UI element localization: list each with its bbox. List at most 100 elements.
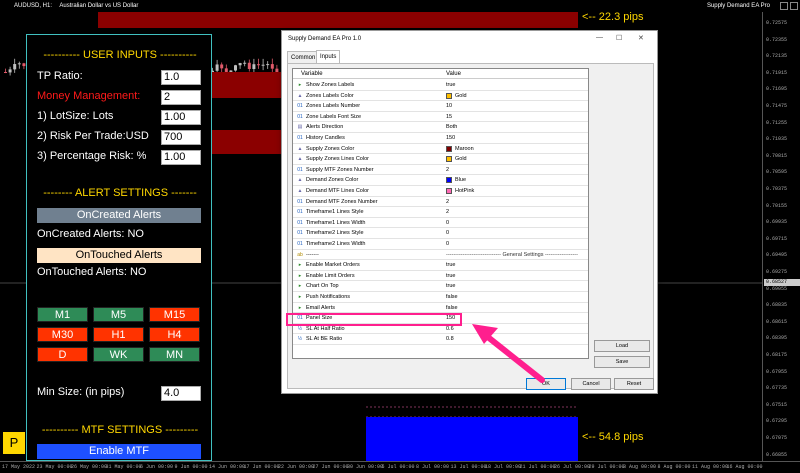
input-row[interactable]: ▸ Email Alerts false	[293, 303, 588, 314]
input-row[interactable]: 01 Timeframe1 Lines Style 2	[293, 207, 588, 218]
input-row[interactable]: 01 Timeframe2 Lines Style 0	[293, 228, 588, 239]
timeframe-button-mn[interactable]: MN	[149, 347, 200, 362]
timeframe-button-m15[interactable]: M15	[149, 307, 200, 322]
tab-common[interactable]: Common	[287, 51, 320, 63]
money-management-input[interactable]: 2	[161, 90, 201, 105]
percentage-risk-input[interactable]: 1.00	[161, 150, 201, 165]
input-row[interactable]: 01 Timeframe1 Lines Width 0	[293, 218, 588, 229]
input-value[interactable]: HotPink	[455, 186, 474, 196]
alert-settings-header: -------- ALERT SETTINGS -------	[43, 187, 197, 199]
timeframe-button-h4[interactable]: H4	[149, 327, 200, 342]
chart-title-bar: AUDUSD, H1: Australian Dollar vs US Doll…	[0, 0, 800, 12]
input-row[interactable]: 01 Timeframe2 Lines Width 0	[293, 239, 588, 250]
dialog-title: Supply Demand EA Pro 1.0	[288, 36, 362, 42]
candle-body	[247, 62, 251, 69]
input-value[interactable]: 2	[446, 197, 449, 207]
input-row[interactable]: 01 Zones Labels Number 10	[293, 101, 588, 112]
input-row[interactable]: ▸ Push Notifications false	[293, 292, 588, 303]
input-row[interactable]: ▲ Demand MTF Lines Color HotPink	[293, 186, 588, 197]
money-management-label: Money Management:	[37, 90, 141, 102]
cancel-button[interactable]: Cancel	[571, 378, 611, 390]
input-row[interactable]: 01 Zone Labels Font Size 15	[293, 112, 588, 123]
flag-type-icon: ▸	[298, 294, 302, 300]
input-variable-name: Supply Zones Color	[306, 145, 355, 152]
input-value[interactable]: Maroon	[455, 144, 474, 154]
input-value[interactable]: 2	[446, 207, 449, 217]
timeframe-button-d[interactable]: D	[37, 347, 88, 362]
input-value[interactable]: Both	[446, 122, 457, 132]
close-icon[interactable]: ✕	[638, 34, 644, 42]
input-value[interactable]: Gold	[455, 91, 467, 101]
enable-mtf-button[interactable]: Enable MTF	[37, 444, 201, 459]
input-row[interactable]: ▲ Demand Zones Color Blue	[293, 175, 588, 186]
input-value[interactable]: ------------------------------ General S…	[446, 250, 578, 260]
input-value[interactable]: 0	[446, 239, 449, 249]
input-value[interactable]: 2	[446, 165, 449, 175]
min-size-input[interactable]: 4.0	[161, 386, 201, 401]
risk-per-trade-input[interactable]: 700	[161, 130, 201, 145]
input-value[interactable]: true	[446, 80, 455, 90]
input-row[interactable]: ▸ Chart On Top true	[293, 281, 588, 292]
demand-zone	[366, 417, 578, 461]
chart-symbol: AUDUSD, H1:	[14, 3, 53, 9]
input-row[interactable]: 01 Supply MTF Zones Number 2	[293, 165, 588, 176]
flag-type-icon: ▸	[298, 262, 302, 269]
input-value[interactable]: 15	[446, 112, 452, 122]
input-value[interactable]: false	[446, 303, 458, 313]
oncreated-alerts-status: OnCreated Alerts: NO	[37, 228, 144, 240]
input-row[interactable]: ▤ Alerts Direction Both	[293, 122, 588, 133]
minimize-icon[interactable]: —	[596, 34, 603, 41]
timeframe-button-m30[interactable]: M30	[37, 327, 88, 342]
panel-toggle-button[interactable]: P	[3, 432, 25, 454]
candle-body	[238, 63, 242, 66]
str-type-icon: ab	[297, 251, 303, 258]
candle-body	[234, 65, 237, 71]
oncreated-alerts-button[interactable]: OnCreated Alerts	[37, 208, 201, 223]
reset-button[interactable]: Reset	[614, 378, 654, 390]
input-row[interactable]: ▲ Zones Labels Color Gold	[293, 91, 588, 102]
input-row[interactable]: 01 Demand MTF Zones Number 2	[293, 197, 588, 208]
input-row[interactable]: ▸ Show Zones Labels true	[293, 80, 588, 91]
timeframe-button-m1[interactable]: M1	[37, 307, 88, 322]
input-row[interactable]: ab ------- ------------------------------ …	[293, 250, 588, 261]
input-value[interactable]: true	[446, 281, 455, 291]
lotsize-input[interactable]: 1.00	[161, 110, 201, 125]
ontouched-alerts-button[interactable]: OnTouched Alerts	[37, 248, 201, 263]
input-value[interactable]: true	[446, 260, 455, 270]
input-value[interactable]: 0	[446, 218, 449, 228]
close-icon[interactable]	[790, 2, 798, 10]
inputs-table-header: Variable Value	[293, 69, 588, 79]
input-value[interactable]: false	[446, 292, 458, 302]
input-value[interactable]: 0.8	[446, 334, 454, 344]
input-row[interactable]: ▸ Enable Limit Orders true	[293, 271, 588, 282]
timeframe-button-wk[interactable]: WK	[93, 347, 144, 362]
minimize-icon[interactable]	[780, 2, 788, 10]
input-value[interactable]: Gold	[455, 154, 467, 164]
maximize-icon[interactable]: ☐	[616, 34, 622, 42]
input-value[interactable]: 10	[446, 101, 452, 111]
input-value[interactable]: 150	[446, 133, 455, 143]
timeframe-button-h1[interactable]: H1	[93, 327, 144, 342]
time-tick: 5 Jul 00:00	[381, 464, 415, 470]
tab-inputs[interactable]: Inputs	[316, 50, 341, 63]
load-button[interactable]: Load	[594, 340, 650, 352]
input-row[interactable]: 01 History Candles 150	[293, 133, 588, 144]
input-row[interactable]: ▲ Supply Zones Color Maroon	[293, 144, 588, 155]
time-tick: 3 Aug 00:00	[623, 464, 657, 470]
price-tick: 0.72135	[766, 53, 788, 60]
int-type-icon: 01	[297, 103, 303, 110]
price-scale[interactable]: 0.72575 0.72355 0.72135 0.71915 0.71695 0.714…	[762, 12, 800, 461]
price-tick: 0.70815	[766, 152, 788, 159]
input-row[interactable]: ▲ Supply Zones Lines Color Gold	[293, 154, 588, 165]
color-swatch	[446, 177, 452, 184]
timeframe-button-m5[interactable]: M5	[93, 307, 144, 322]
input-value[interactable]: true	[446, 271, 455, 281]
input-row[interactable]: ▸ Enable Market Orders true	[293, 260, 588, 271]
input-value[interactable]: 0	[446, 228, 449, 238]
color-swatch	[446, 92, 452, 99]
tp-ratio-input[interactable]: 1.0	[161, 70, 201, 85]
input-value[interactable]: Blue	[455, 175, 466, 185]
price-tick: 0.68835	[766, 302, 788, 309]
save-button[interactable]: Save	[594, 356, 650, 368]
time-tick: 27 Jun 00:00	[312, 464, 349, 470]
